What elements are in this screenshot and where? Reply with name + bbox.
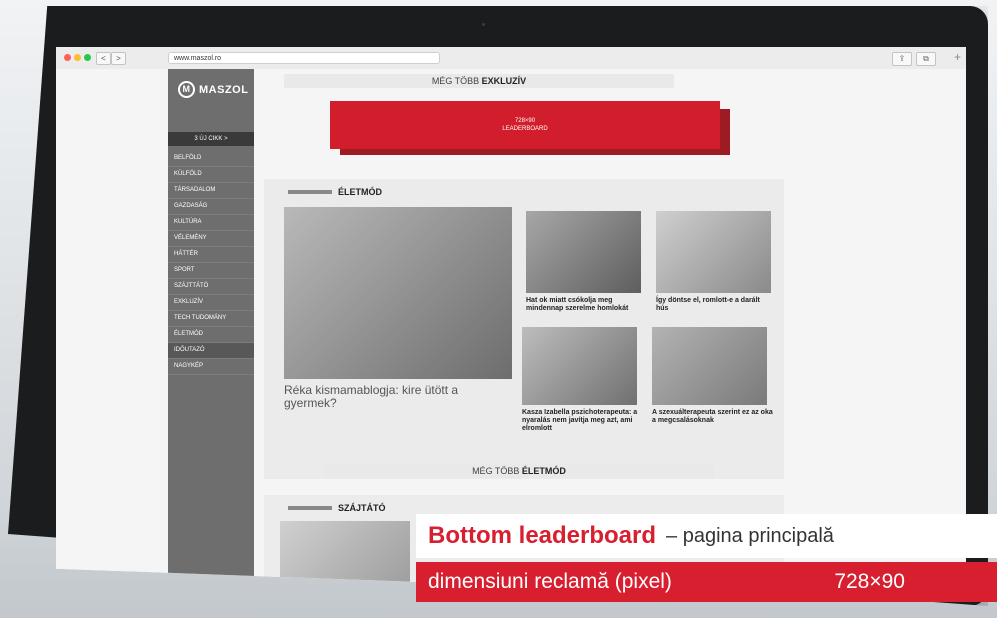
sidebar-item-gazdasag[interactable]: GAZDASÁG bbox=[168, 199, 254, 215]
article-title[interactable]: A szexuálterapeuta szerint ez az oka a m… bbox=[652, 409, 774, 425]
sidebar-item-exkluziv[interactable]: EXKLUZÍV bbox=[168, 295, 254, 311]
browser-toolbar: < > www.maszol.ro ⇪ ⧉ + bbox=[56, 47, 966, 70]
back-button[interactable]: < bbox=[96, 52, 111, 65]
close-window-icon[interactable] bbox=[64, 54, 71, 61]
zoom-window-icon[interactable] bbox=[84, 54, 91, 61]
main-article-title[interactable]: Réka kismamablogja: kire ütött a gyermek… bbox=[284, 384, 514, 410]
forward-button[interactable]: > bbox=[111, 52, 126, 65]
sidebar-item-sport[interactable]: SPORT bbox=[168, 263, 254, 279]
article-image[interactable] bbox=[526, 211, 641, 293]
share-icon[interactable]: ⇪ bbox=[892, 52, 912, 66]
eletmod-section: ÉLETMÓD Réka kismamablogja: kire ütött a… bbox=[264, 179, 784, 479]
dimensions-label: dimensiuni reclamă (pixel) bbox=[428, 570, 672, 593]
overlay-dimensions: dimensiuni reclamă (pixel) 728×90 bbox=[416, 562, 997, 602]
site-logo[interactable]: M MASZOL bbox=[178, 81, 248, 98]
article-title[interactable]: Kasza Izabella pszichoterapeuta: a nyara… bbox=[522, 409, 640, 433]
section-title: SZÁJTÁTÓ bbox=[338, 503, 386, 513]
sidebar-item-kulfold[interactable]: KÜLFÖLD bbox=[168, 167, 254, 183]
sidebar-item-tarsadalom[interactable]: TÁRSADALOM bbox=[168, 183, 254, 199]
heading-rule bbox=[288, 190, 332, 194]
sidebar-item-idoutazo[interactable]: IDŐUTAZÓ bbox=[168, 343, 254, 359]
more-eletmod-link[interactable]: MÉG TÖBB ÉLETMÓD bbox=[324, 464, 714, 478]
section-heading: ÉLETMÓD bbox=[288, 187, 382, 197]
sidebar-item-belfold[interactable]: BELFÖLD bbox=[168, 151, 254, 167]
more-exkluziv-link[interactable]: MÉG TÖBB EXKLUZÍV bbox=[284, 74, 674, 88]
article-image[interactable] bbox=[652, 327, 767, 405]
sidebar: M MASZOL 3 ÚJ CIKK > BELFÖLD KÜLFÖLD TÁR… bbox=[168, 69, 254, 602]
overlay-title: Bottom leaderboard – pagina principală bbox=[416, 514, 997, 558]
new-articles-button[interactable]: 3 ÚJ CIKK > bbox=[168, 132, 254, 146]
logo-text: MASZOL bbox=[199, 83, 249, 96]
article-image[interactable] bbox=[522, 327, 637, 405]
ad-size: 728×90 bbox=[514, 118, 536, 124]
tabs-icon[interactable]: ⧉ bbox=[916, 52, 936, 66]
sidebar-menu: BELFÖLD KÜLFÖLD TÁRSADALOM GAZDASÁG KULT… bbox=[168, 151, 254, 375]
camera-dot bbox=[482, 23, 485, 26]
ad-label: LEADERBOARD bbox=[502, 126, 548, 132]
sidebar-item-velemeny[interactable]: VÉLEMÉNY bbox=[168, 231, 254, 247]
main-article-image[interactable] bbox=[284, 207, 512, 379]
overlay-title-rest: – pagina principală bbox=[666, 524, 834, 547]
logo-mark-icon: M bbox=[178, 81, 195, 98]
section-heading: SZÁJTÁTÓ bbox=[288, 503, 386, 513]
sidebar-item-tech[interactable]: TECH TUDOMÁNY bbox=[168, 311, 254, 327]
leaderboard-ad[interactable]: 728×90 LEADERBOARD bbox=[330, 101, 720, 149]
article-title[interactable]: Hat ok miatt csókolja meg mindennap szer… bbox=[526, 297, 644, 313]
sidebar-item-eletmod[interactable]: ÉLETMÓD bbox=[168, 327, 254, 343]
dimensions-value: 728×90 bbox=[834, 570, 905, 593]
address-bar[interactable]: www.maszol.ro bbox=[168, 52, 440, 64]
heading-rule bbox=[288, 506, 332, 510]
minimize-window-icon[interactable] bbox=[74, 54, 81, 61]
sidebar-item-szajtato[interactable]: SZÁJTTÁTÓ bbox=[168, 279, 254, 295]
sidebar-item-hatter[interactable]: HÁTTÉR bbox=[168, 247, 254, 263]
sidebar-item-nagykep[interactable]: NAGYKÉP bbox=[168, 359, 254, 375]
article-image[interactable] bbox=[656, 211, 771, 293]
overlay-title-strong: Bottom leaderboard bbox=[428, 522, 657, 549]
new-tab-button[interactable]: + bbox=[951, 50, 964, 65]
section-title: ÉLETMÓD bbox=[338, 187, 382, 197]
sidebar-item-kultura[interactable]: KULTÚRA bbox=[168, 215, 254, 231]
article-title[interactable]: Így döntse el, romlott-e a darált hús bbox=[656, 297, 774, 313]
